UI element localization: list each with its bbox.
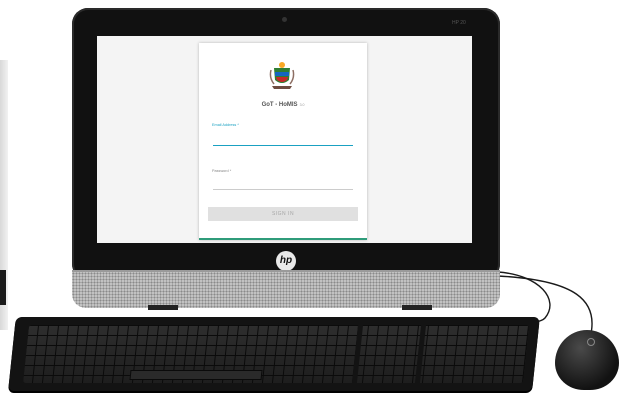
app-name: GoT - HoMIS [261,102,298,108]
screen: GoT - HoMIS 3.0 Email Address * Password … [97,36,472,243]
password-label: Password * [212,169,232,173]
speaker-grille [72,270,500,308]
monitor-foot-right [402,305,432,310]
password-field[interactable] [213,179,353,190]
login-card: GoT - HoMIS 3.0 Email Address * Password … [199,43,367,240]
keyboard-keys [22,325,530,383]
webcam [282,17,287,22]
email-field[interactable] [213,135,353,146]
app-version: 3.0 [299,103,305,107]
coat-of-arms-icon [269,62,295,89]
spacebar [129,370,263,380]
bezel-label: HP 20 [452,20,466,26]
mouse-logo-icon [587,338,595,346]
hp-logo: hp [276,251,296,271]
email-label: Email Address * [212,123,239,127]
monitor-foot-left [148,305,178,310]
sign-in-button[interactable]: SIGN IN [208,207,358,221]
app-title: GoT - HoMIS 3.0 [199,102,367,108]
